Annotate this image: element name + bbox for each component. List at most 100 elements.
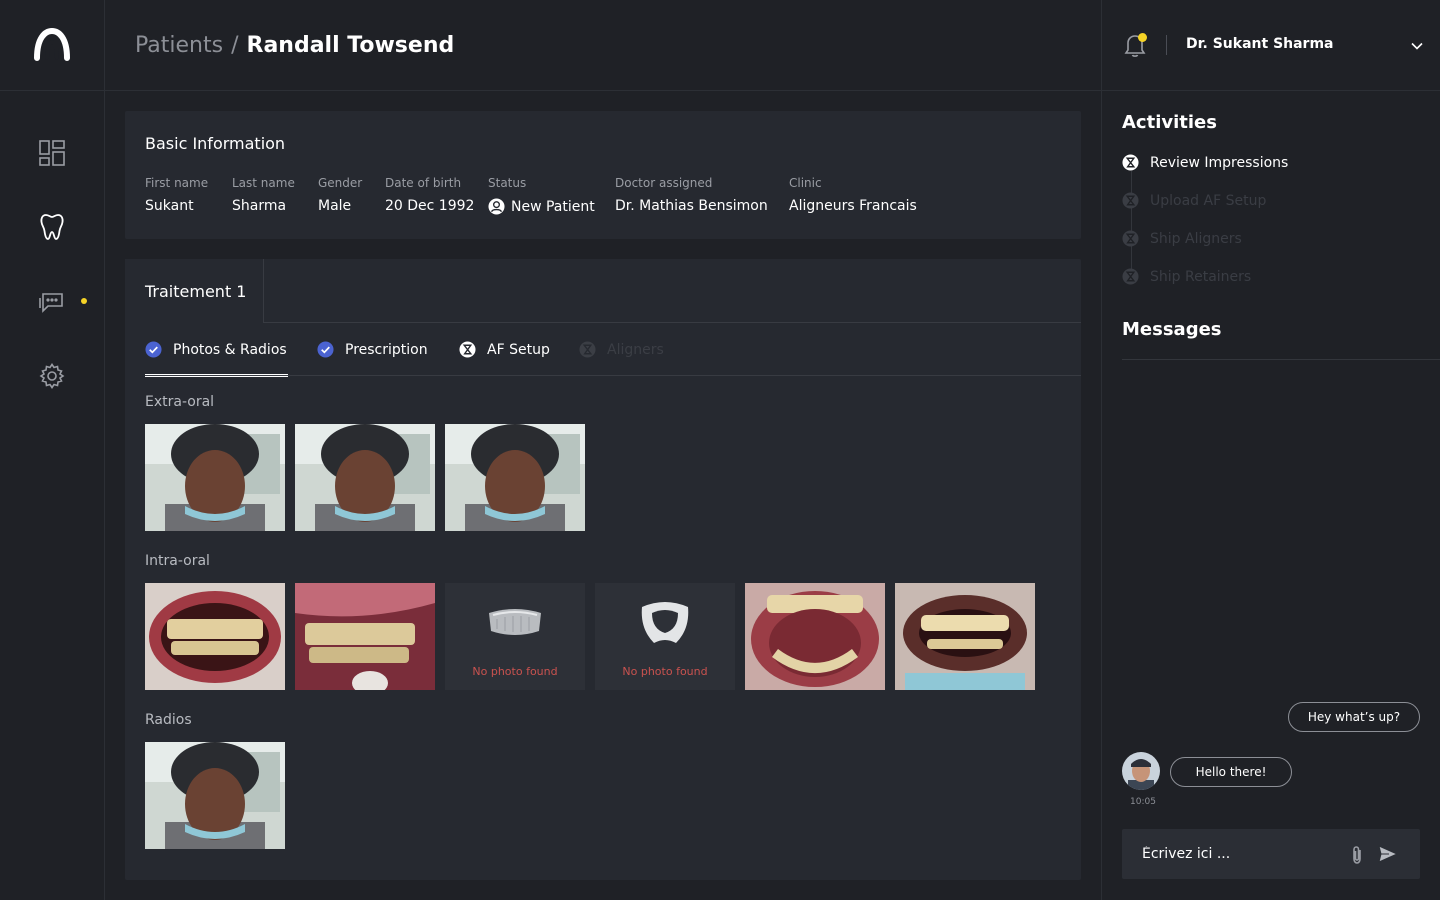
- field-label: Gender: [318, 176, 363, 190]
- message-composer: [1122, 829, 1420, 879]
- divider: [145, 375, 1081, 376]
- field-label: Date of birth: [385, 176, 462, 190]
- message-input[interactable]: [1122, 829, 1342, 879]
- basic-information-title: Basic Information: [145, 134, 286, 153]
- check-circle-icon: [317, 341, 334, 358]
- hourglass-icon: [1122, 268, 1139, 285]
- field-value: Sukant: [145, 198, 194, 214]
- outgoing-message-bubble: Hey what’s up?: [1288, 702, 1420, 732]
- field-doctor-assigned: Doctor assigned Dr. Mathias Bensimon: [615, 176, 768, 214]
- avatar: [1122, 752, 1160, 790]
- field-value: Dr. Mathias Bensimon: [615, 198, 768, 214]
- messages-title: Messages: [1122, 319, 1222, 340]
- intra-oral-photo[interactable]: [145, 583, 285, 690]
- extra-oral-photo[interactable]: [145, 424, 285, 531]
- activity-panel: Activities Review Impressions Upload AF …: [1101, 91, 1440, 900]
- send-icon[interactable]: [1378, 845, 1399, 863]
- field-label: Last name: [232, 176, 295, 190]
- incoming-message-bubble: Hello there!: [1170, 757, 1292, 787]
- no-photo-text: No photo found: [622, 665, 708, 678]
- step-photos-radios[interactable]: Photos & Radios: [145, 341, 287, 358]
- treatment-steps: Photos & Radios Prescription AF Setup Al…: [145, 323, 1081, 377]
- message-timestamp: 10:05: [1130, 797, 1156, 807]
- user-name[interactable]: Dr. Sukant Sharma: [1186, 36, 1334, 52]
- section-label-intra-oral: Intra-oral: [145, 553, 210, 569]
- field-last-name: Last name Sharma: [232, 176, 295, 214]
- field-value: 20 Dec 1992: [385, 198, 475, 214]
- field-clinic: Clinic Aligneurs Francais: [789, 176, 917, 214]
- dashboard-icon[interactable]: [37, 138, 67, 168]
- hourglass-icon: [1122, 192, 1139, 209]
- extra-oral-photo[interactable]: [295, 424, 435, 531]
- hourglass-icon: [579, 341, 596, 358]
- step-label: Photos & Radios: [173, 341, 287, 358]
- activity-ship-retainers: Ship Retainers: [1122, 268, 1251, 285]
- settings-gear-icon[interactable]: [37, 361, 67, 391]
- section-label-radios: Radios: [145, 712, 192, 728]
- activity-label: Ship Retainers: [1150, 268, 1252, 285]
- activity-label: Upload AF Setup: [1150, 192, 1267, 209]
- intra-oral-missing-photo[interactable]: No photo found: [445, 583, 585, 690]
- step-label: Aligners: [607, 341, 664, 358]
- field-label: First name: [145, 176, 209, 190]
- field-first-name: First name Sukant: [145, 176, 208, 214]
- timeline-line: [1131, 171, 1132, 281]
- field-value: Aligneurs Francais: [789, 198, 917, 214]
- dental-arch-placeholder-icon: [641, 602, 689, 643]
- basic-information-card: Basic Information First name Sukant Last…: [125, 111, 1081, 239]
- sidebar: [0, 0, 105, 900]
- step-aligners: Aligners: [579, 341, 664, 358]
- status-value-row: New Patient: [488, 198, 595, 215]
- activity-review-impressions[interactable]: Review Impressions: [1122, 154, 1288, 171]
- intra-oral-missing-photo[interactable]: No photo found: [595, 583, 735, 690]
- step-label: AF Setup: [487, 341, 550, 358]
- tab-traitement-1[interactable]: Traitement 1: [125, 259, 264, 323]
- activity-label: Ship Aligners: [1150, 230, 1242, 247]
- intra-oral-photo[interactable]: [895, 583, 1035, 690]
- field-date-of-birth: Date of birth 20 Dec 1992: [385, 176, 474, 214]
- intra-oral-photo[interactable]: [745, 583, 885, 690]
- field-label: Status: [488, 176, 527, 190]
- treatment-card: Traitement 1 Photos & Radios Prescriptio…: [125, 259, 1081, 880]
- no-photo-text: No photo found: [472, 665, 558, 678]
- hourglass-icon: [1122, 154, 1139, 171]
- notification-dot: [1138, 33, 1147, 42]
- status-text: New Patient: [511, 198, 595, 215]
- check-circle-icon: [145, 341, 162, 358]
- chat-icon[interactable]: [37, 287, 67, 317]
- intra-oral-photo[interactable]: [295, 583, 435, 690]
- activity-ship-aligners: Ship Aligners: [1122, 230, 1242, 247]
- arch-logo-icon: [34, 28, 70, 61]
- dental-scan-placeholder-icon: [489, 609, 541, 635]
- step-prescription[interactable]: Prescription: [317, 341, 428, 358]
- breadcrumb-separator: /: [231, 32, 239, 58]
- extra-oral-photo[interactable]: [445, 424, 585, 531]
- tooth-icon[interactable]: [37, 212, 67, 242]
- paperclip-icon[interactable]: [1348, 845, 1366, 865]
- hourglass-icon: [1122, 230, 1139, 247]
- field-status: Status New Patient: [488, 176, 595, 215]
- page-header: Patients / Randall Towsend: [105, 0, 1101, 91]
- chevron-down-icon[interactable]: [1410, 38, 1424, 52]
- divider: [1122, 359, 1440, 360]
- step-af-setup[interactable]: AF Setup: [459, 341, 550, 358]
- chat-notification-dot: [81, 298, 87, 304]
- activity-label: Review Impressions: [1150, 154, 1289, 171]
- field-gender: Gender Male: [318, 176, 362, 214]
- field-label: Doctor assigned: [615, 176, 713, 190]
- user-circle-icon: [488, 198, 505, 215]
- activity-upload-af-setup: Upload AF Setup: [1122, 192, 1266, 209]
- field-label: Clinic: [789, 176, 822, 190]
- radio-photo[interactable]: [145, 742, 285, 849]
- user-bar: Dr. Sukant Sharma: [1101, 0, 1440, 91]
- section-label-extra-oral: Extra-oral: [145, 394, 215, 410]
- logo[interactable]: [0, 0, 104, 91]
- field-value: Male: [318, 198, 352, 214]
- hourglass-icon: [459, 341, 476, 358]
- breadcrumb-patients-link[interactable]: Patients: [135, 33, 223, 58]
- step-label: Prescription: [345, 341, 428, 358]
- page-title: Randall Towsend: [246, 32, 455, 58]
- divider: [1166, 35, 1167, 55]
- activities-title: Activities: [1122, 112, 1217, 133]
- field-value: Sharma: [232, 198, 287, 214]
